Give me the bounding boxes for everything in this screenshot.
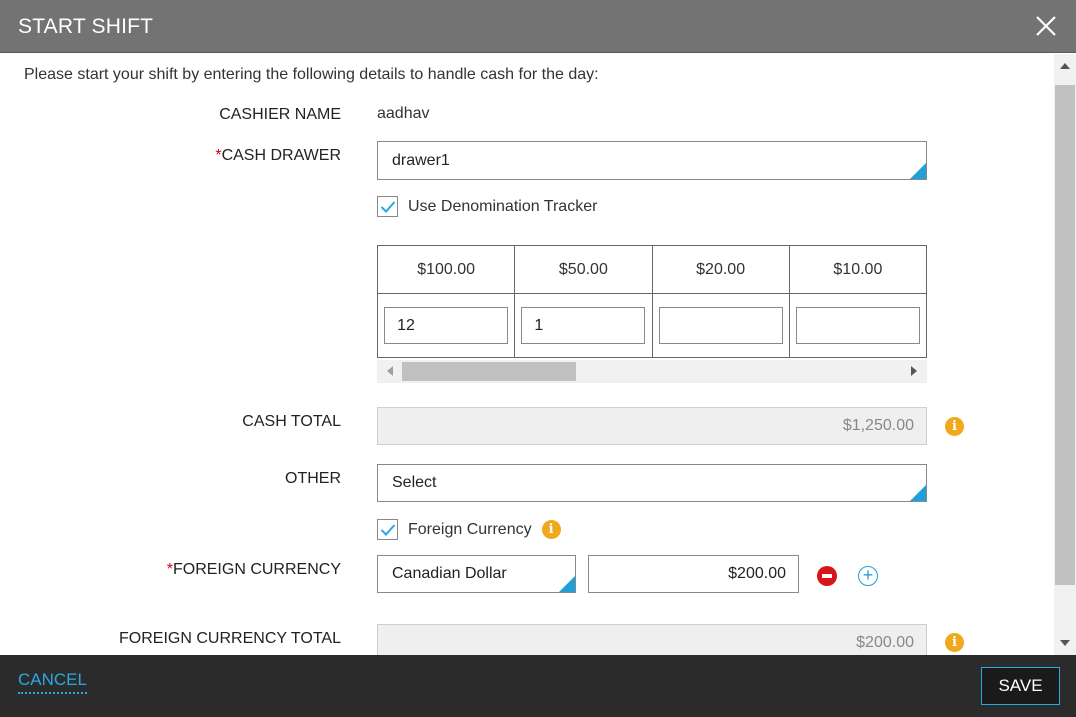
denomination-tracker-row: Use Denomination Tracker xyxy=(377,196,597,217)
dialog-footer: CANCEL SAVE xyxy=(0,655,1076,717)
foreign-currency-total-info-icon[interactable]: i xyxy=(945,633,964,652)
foreign-currency-toggle-row: Foreign Currency i xyxy=(377,519,561,540)
dialog-header: START SHIFT xyxy=(0,0,1076,53)
checkmark-icon xyxy=(380,523,395,536)
cash-drawer-value: drawer1 xyxy=(392,151,450,169)
dialog-body: Please start your shift by entering the … xyxy=(0,54,1054,655)
foreign-currency-total-field: $200.00 xyxy=(377,624,927,655)
denomination-cell: 12 xyxy=(377,293,516,358)
cash-total-label: CASH TOTAL xyxy=(242,413,341,430)
foreign-currency-total-label: FOREIGN CURRENCY TOTAL xyxy=(119,630,341,647)
intro-text: Please start your shift by entering the … xyxy=(24,66,599,83)
cash-drawer-label: *CASH DRAWER xyxy=(215,147,341,165)
denomination-tracker-label: Use Denomination Tracker xyxy=(408,197,598,215)
foreign-currency-amount-value: $200.00 xyxy=(728,565,786,582)
denomination-count-input[interactable]: 1 xyxy=(521,307,646,344)
close-icon xyxy=(1036,16,1056,36)
foreign-currency-checkbox[interactable] xyxy=(377,519,398,540)
denomination-count-input[interactable] xyxy=(658,307,783,344)
cancel-button[interactable]: CANCEL xyxy=(18,670,87,694)
denomination-horizontal-scrollbar[interactable] xyxy=(377,360,927,383)
cash-total-value: $1,250.00 xyxy=(842,417,914,434)
cashier-name-value: aadhav xyxy=(377,105,430,122)
dialog-title: START SHIFT xyxy=(18,15,154,38)
other-select-value: Select xyxy=(392,474,437,491)
denomination-cell: 1 xyxy=(514,293,653,358)
scroll-right-icon[interactable] xyxy=(911,366,917,376)
scrollbar-thumb[interactable] xyxy=(402,362,576,381)
denomination-grid: $100.00 $50.00 $20.00 $10.00 12 1 xyxy=(377,245,927,383)
cashier-name-label: CASHIER NAME xyxy=(219,106,341,123)
denomination-cell xyxy=(788,293,927,358)
cash-drawer-select[interactable]: drawer1 xyxy=(377,141,927,180)
remove-currency-icon[interactable] xyxy=(817,566,837,586)
denomination-header: $100.00 xyxy=(377,245,516,294)
vertical-scrollbar[interactable] xyxy=(1054,54,1076,655)
denomination-header: $50.00 xyxy=(514,245,653,294)
scroll-down-icon[interactable] xyxy=(1060,640,1070,646)
foreign-currency-label: *FOREIGN CURRENCY xyxy=(167,561,341,579)
scroll-up-icon[interactable] xyxy=(1060,63,1070,69)
scrollbar-thumb[interactable] xyxy=(1055,85,1075,585)
denomination-table: $100.00 $50.00 $20.00 $10.00 12 1 xyxy=(377,245,927,358)
add-currency-icon[interactable]: + xyxy=(858,566,878,586)
denomination-header: $10.00 xyxy=(788,245,927,294)
other-label: OTHER xyxy=(285,470,341,487)
foreign-currency-select-value: Canadian Dollar xyxy=(392,565,507,582)
foreign-currency-amount-input[interactable]: $200.00 xyxy=(588,555,799,593)
foreign-currency-toggle-label: Foreign Currency xyxy=(408,520,532,538)
denomination-count-input[interactable]: 12 xyxy=(384,307,509,344)
denomination-tracker-checkbox[interactable] xyxy=(377,196,398,217)
checkmark-icon xyxy=(380,200,395,213)
denomination-cell xyxy=(651,293,790,358)
denomination-count-input[interactable] xyxy=(795,307,920,344)
save-button[interactable]: SAVE xyxy=(981,667,1060,705)
foreign-currency-select[interactable]: Canadian Dollar xyxy=(377,555,576,593)
foreign-currency-total-value: $200.00 xyxy=(856,634,914,651)
cash-drawer-label-text: CASH DRAWER xyxy=(221,147,341,164)
foreign-currency-label-text: FOREIGN CURRENCY xyxy=(172,561,341,578)
cash-total-info-icon[interactable]: i xyxy=(945,417,964,436)
scroll-left-icon[interactable] xyxy=(387,366,393,376)
denomination-header: $20.00 xyxy=(651,245,790,294)
cash-total-field: $1,250.00 xyxy=(377,407,927,445)
other-select[interactable]: Select xyxy=(377,464,927,502)
foreign-currency-info-icon[interactable]: i xyxy=(541,520,561,539)
close-button[interactable] xyxy=(1034,13,1058,39)
